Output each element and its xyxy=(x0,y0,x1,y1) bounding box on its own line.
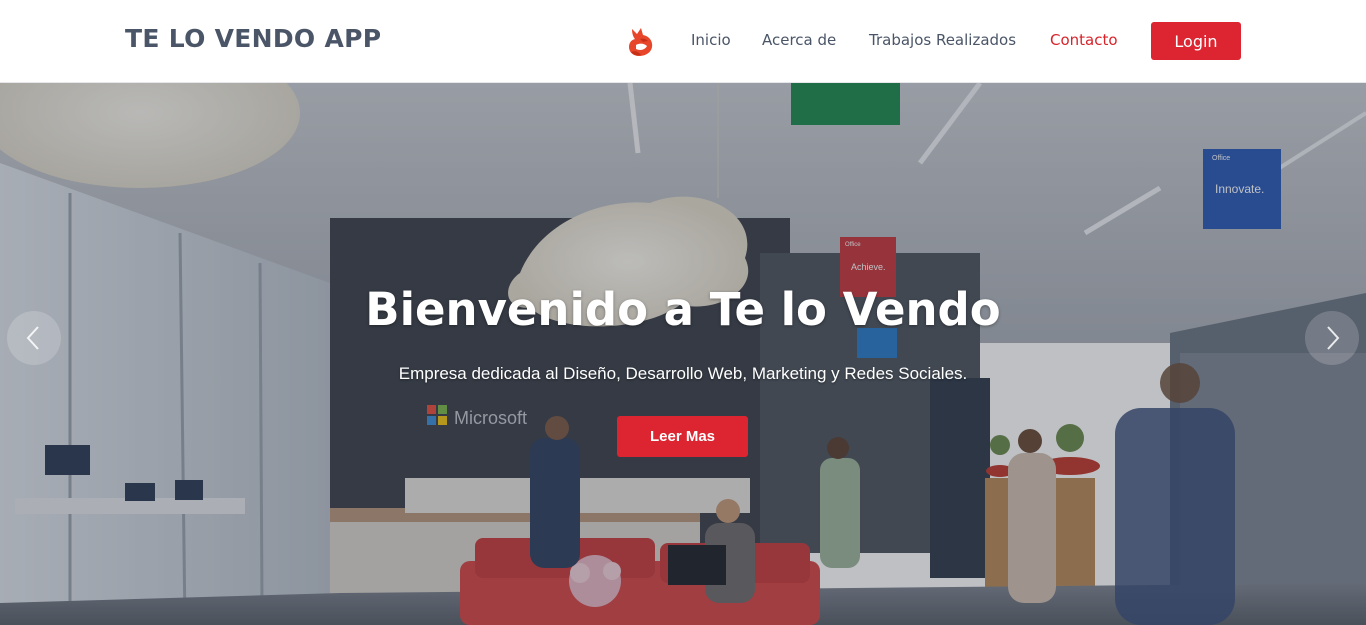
brand-logo-text[interactable]: TE LO VENDO APP xyxy=(125,24,381,53)
hero-title: Bienvenido a Te lo Vendo xyxy=(365,283,1001,336)
carousel-prev-button[interactable] xyxy=(7,311,61,365)
nav-link-inicio[interactable]: Inicio xyxy=(691,31,731,49)
hero-subtitle: Empresa dedicada al Diseño, Desarrollo W… xyxy=(398,364,968,383)
hero-carousel: Microsoft Office Achieve. Office Innovat… xyxy=(0,83,1366,625)
nav-link-acerca-de[interactable]: Acerca de xyxy=(762,31,836,49)
hero-dark-overlay xyxy=(0,83,1366,625)
top-navbar: TE LO VENDO APP Inicio Acerca de Trabajo… xyxy=(0,0,1366,83)
chevron-left-icon xyxy=(26,326,39,350)
read-more-button[interactable]: Leer Mas xyxy=(617,416,748,457)
chevron-right-icon xyxy=(1327,326,1340,350)
login-button[interactable]: Login xyxy=(1151,22,1241,60)
nav-link-trabajos-realizados[interactable]: Trabajos Realizados xyxy=(869,31,1016,49)
fox-logo-icon xyxy=(629,28,653,56)
carousel-next-button[interactable] xyxy=(1305,311,1359,365)
nav-link-contacto[interactable]: Contacto xyxy=(1050,31,1118,49)
